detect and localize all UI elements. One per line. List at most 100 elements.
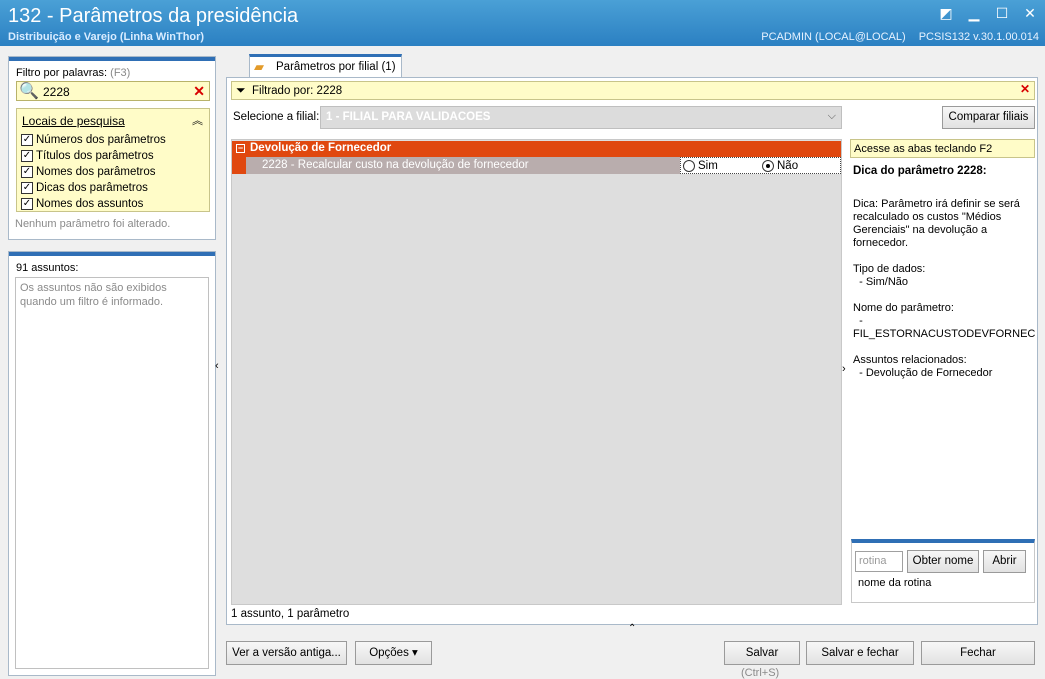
- search-location-label: Números dos parâmetros: [36, 134, 166, 146]
- chevron-up-icon[interactable]: ⌃: [628, 623, 636, 634]
- search-location-item[interactable]: ✓ Nomes dos assuntos: [21, 196, 166, 212]
- collapse-group-icon[interactable]: −: [236, 144, 245, 153]
- group-row[interactable]: − Devolução de Fornecedor: [232, 141, 841, 157]
- minimize-icon[interactable]: ▁: [967, 6, 981, 20]
- funnel-icon: ⏷: [236, 83, 246, 97]
- option-nao-label: Não: [777, 160, 799, 172]
- bottom-splitter[interactable]: ⌃: [510, 623, 756, 634]
- checkbox[interactable]: ✓: [21, 198, 33, 210]
- old-version-button[interactable]: Ver a versão antiga...: [226, 641, 347, 665]
- window-title: 132 - Parâmetros da presidência: [8, 5, 299, 27]
- search-location-item[interactable]: ✓ Dicas dos parâmetros: [21, 180, 166, 196]
- search-location-item[interactable]: ✓ Números dos parâmetros: [21, 132, 166, 148]
- tab-count: (1): [381, 61, 396, 73]
- close-button[interactable]: Fechar: [921, 641, 1035, 665]
- save-close-button[interactable]: Salvar e fechar: [806, 641, 914, 665]
- group-title: Devolução de Fornecedor: [250, 142, 392, 154]
- branch-select[interactable]: 1 - FILIAL PARA VALIDACOES ⌵: [320, 106, 842, 129]
- search-location-item[interactable]: ✓ Nomes dos parâmetros: [21, 164, 166, 180]
- user-info: PCADMIN (LOCAL@LOCAL): [761, 31, 906, 43]
- options-button[interactable]: Opções ▾: [355, 641, 432, 665]
- checkbox[interactable]: ✓: [21, 166, 33, 178]
- tip-body: Dica: Parâmetro irá definir se será reca…: [853, 198, 1036, 393]
- restore-icon[interactable]: ◩: [939, 6, 953, 20]
- tip-title: Dica do parâmetro 2228:: [853, 165, 987, 177]
- folder-icon: ▰: [254, 59, 264, 74]
- parameter-options: Sim Não: [680, 157, 841, 174]
- open-button[interactable]: Abrir: [983, 550, 1026, 573]
- radio-sim[interactable]: [683, 160, 695, 172]
- branch-label: Selecione a filial:: [233, 111, 320, 123]
- search-location-label: Nomes dos parâmetros: [36, 166, 156, 178]
- data-type-label: Tipo de dados:: [853, 263, 926, 275]
- option-nao[interactable]: Não: [762, 160, 798, 172]
- options-label: Opções: [369, 647, 409, 659]
- collapse-icon[interactable]: ︽: [192, 112, 203, 128]
- search-location-label: Nomes dos assuntos: [36, 198, 144, 210]
- checkbox[interactable]: ✓: [21, 150, 33, 162]
- close-icon[interactable]: ✕: [1023, 6, 1037, 20]
- filter-panel: Filtro por palavras: (F3) 🔍 2228 ✕ Locai…: [8, 56, 216, 240]
- filter-label: Filtro por palavras: (F3): [16, 67, 130, 79]
- search-value: 2228: [43, 85, 70, 99]
- subjects-note: Os assuntos não são exibidos quando um f…: [20, 282, 167, 308]
- tip-panel: Acesse as abas teclando F2 Dica do parâm…: [850, 139, 1035, 539]
- session-info: PCADMIN (LOCAL@LOCAL) PCSIS132 v.30.1.00…: [751, 31, 1039, 43]
- tip-description: Dica: Parâmetro irá definir se será reca…: [853, 198, 1020, 249]
- filter-label-text: Filtro por palavras:: [16, 67, 108, 79]
- related-value: - Devolução de Fornecedor: [859, 367, 993, 379]
- search-location-label: Títulos dos parâmetros: [36, 150, 154, 162]
- parameter-cell: 2228 - Recalcular custo na devolução de …: [246, 157, 680, 174]
- search-input[interactable]: 🔍 2228 ✕: [16, 81, 210, 101]
- filter-indicator: ⏷ Filtrado por: 2228 ✕: [231, 81, 1035, 100]
- save-shortcut: (Ctrl+S): [741, 667, 780, 679]
- tip-related: Assuntos relacionados: - Devolução de Fo…: [853, 354, 1033, 380]
- left-splitter[interactable]: ‹: [215, 270, 223, 460]
- param-name-value: - FIL_ESTORNACUSTODEVFORNEC: [853, 315, 1036, 340]
- save-button[interactable]: Salvar: [724, 641, 800, 665]
- access-hint: Acesse as abas teclando F2: [850, 139, 1035, 158]
- right-splitter[interactable]: ›: [842, 333, 850, 443]
- change-status: Nenhum parâmetro foi alterado.: [15, 218, 171, 230]
- collapse-left-icon[interactable]: ‹: [215, 360, 219, 372]
- data-type-value: - Sim/Não: [859, 276, 909, 288]
- search-location-item[interactable]: ✓ Títulos dos parâmetros: [21, 148, 166, 164]
- get-name-button[interactable]: Obter nome: [907, 550, 979, 573]
- filter-indicator-text: Filtrado por: 2228: [252, 85, 343, 97]
- routine-name-label: nome da rotina: [858, 577, 932, 589]
- related-label: Assuntos relacionados:: [853, 354, 967, 366]
- panel-accent: [9, 57, 215, 61]
- clear-filter-icon[interactable]: ✕: [1020, 82, 1030, 96]
- param-name-label: Nome do parâmetro:: [853, 302, 954, 314]
- tab-parametros-por-filial[interactable]: ▰ Parâmetros por filial (1): [249, 54, 402, 78]
- subjects-panel: 91 assuntos: Os assuntos não são exibido…: [8, 251, 216, 676]
- search-icon: 🔍: [19, 83, 39, 100]
- clear-search-icon[interactable]: ✕: [193, 83, 205, 100]
- tip-param-name: Nome do parâmetro: - FIL_ESTORNACUSTODEV…: [853, 302, 1036, 341]
- branch-value: 1 - FILIAL PARA VALIDACOES: [326, 111, 491, 123]
- search-locations: Locais de pesquisa ︽ ✓ Números dos parâme…: [16, 108, 210, 212]
- parameter-row[interactable]: 2228 - Recalcular custo na devolução de …: [232, 157, 841, 174]
- checkbox[interactable]: ✓: [21, 134, 33, 146]
- checkbox[interactable]: ✓: [21, 182, 33, 194]
- option-sim[interactable]: Sim: [683, 160, 718, 172]
- panel-accent: [9, 252, 215, 256]
- dropdown-arrow-icon: ▾: [412, 647, 418, 659]
- version-info: PCSIS132 v.30.1.00.014: [918, 31, 1039, 43]
- collapse-right-icon[interactable]: ›: [842, 363, 846, 375]
- chevron-down-icon[interactable]: ⌵: [828, 110, 836, 123]
- maximize-icon[interactable]: ☐: [995, 6, 1009, 20]
- subjects-count: 91 assuntos:: [16, 262, 79, 274]
- compare-branches-button[interactable]: Comparar filiais: [942, 106, 1035, 129]
- tip-data-type: Tipo de dados: - Sim/Não: [853, 263, 1033, 289]
- window-subtitle: Distribuição e Varejo (Linha WinThor): [8, 31, 205, 43]
- search-location-label: Dicas dos parâmetros: [36, 182, 148, 194]
- search-locations-header[interactable]: Locais de pesquisa: [22, 114, 125, 128]
- search-locations-list: ✓ Números dos parâmetros ✓ Títulos dos parâ…: [21, 132, 166, 212]
- filter-shortcut: (F3): [110, 67, 131, 79]
- subjects-list[interactable]: Os assuntos não são exibidos quando um f…: [15, 277, 209, 669]
- routine-input[interactable]: rotina: [855, 551, 903, 572]
- main-panel: ⏷ Filtrado por: 2228 ✕ Selecione a filia…: [226, 77, 1038, 625]
- radio-nao[interactable]: [762, 160, 774, 172]
- tab-label-text: Parâmetros por filial: [276, 61, 379, 73]
